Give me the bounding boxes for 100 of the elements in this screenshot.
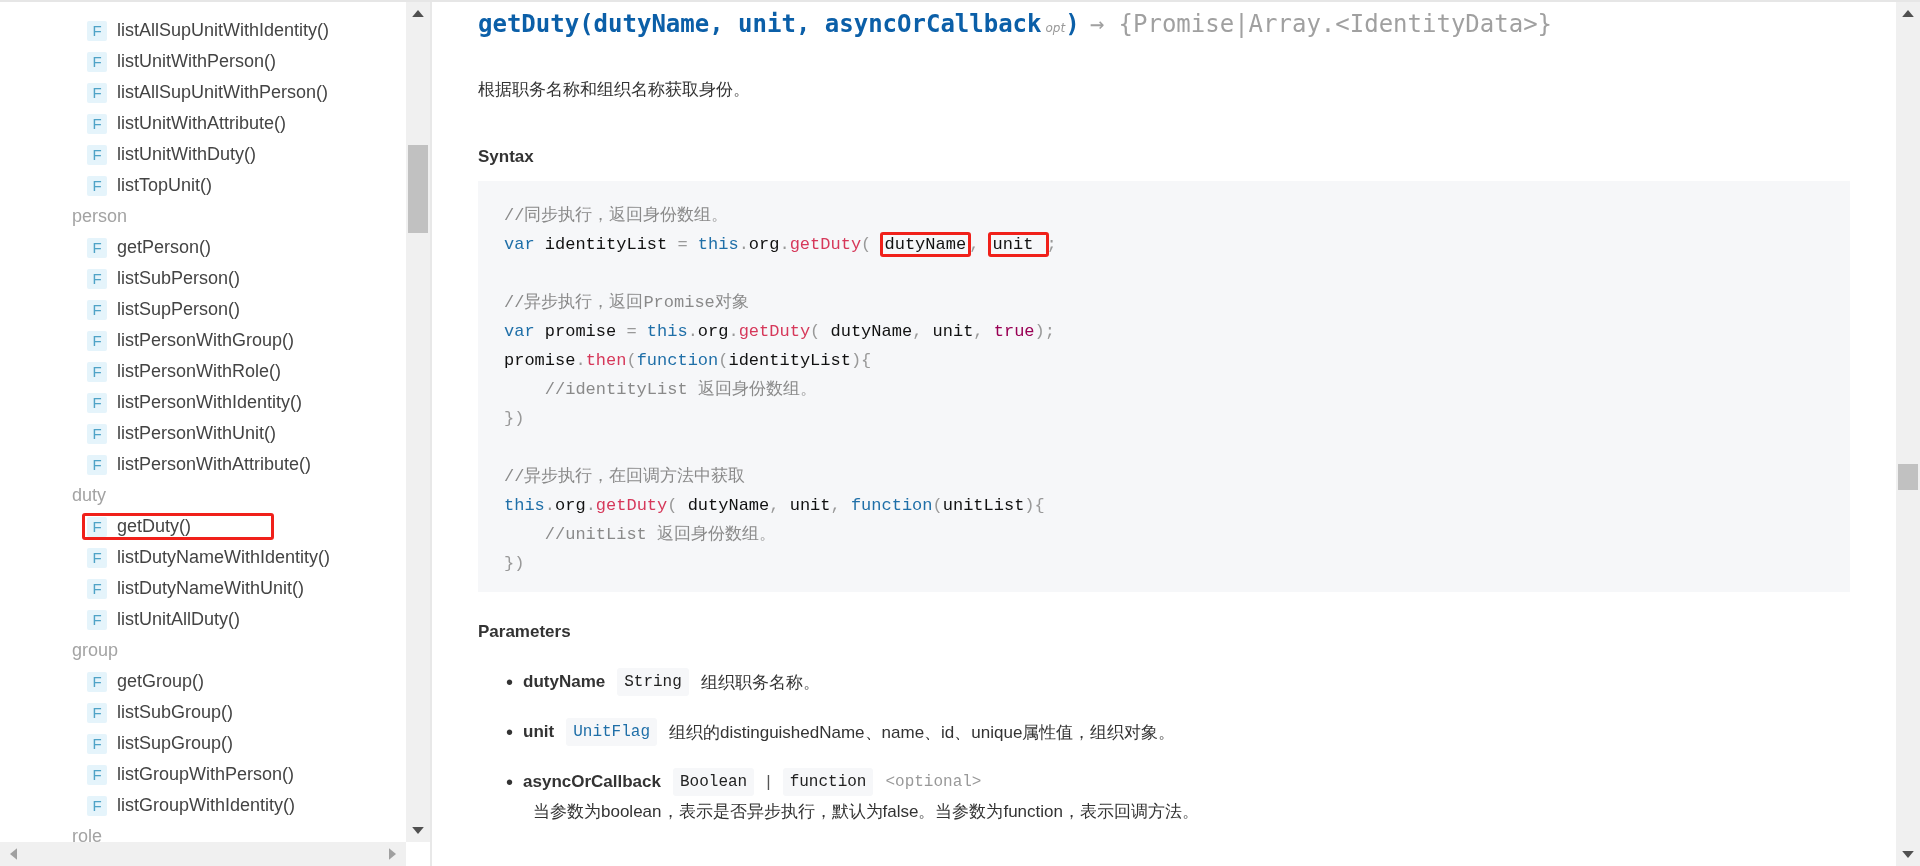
optional-tag: <optional> <box>885 773 982 791</box>
type-link[interactable]: UnitFlag <box>566 718 657 746</box>
type-tag: Boolean <box>673 768 755 796</box>
nav-item-label: listGroupWithPerson() <box>117 764 295 785</box>
nav-item-label: listPersonWithRole() <box>117 361 282 382</box>
parameter-description: 组织职务名称。 <box>700 671 820 694</box>
vertical-scrollbar[interactable] <box>406 2 430 842</box>
nav-item-label: getGroup() <box>117 671 205 692</box>
nav-item[interactable]: F getDuty() <box>82 513 275 540</box>
code-line: promise.then(function(identityList){ <box>504 350 873 372</box>
nav-item[interactable]: F listUnitWithPerson() <box>82 48 284 75</box>
function-badge: F <box>87 516 107 537</box>
nav-item-label: listAllSupUnitWithIdentity() <box>117 20 330 41</box>
nav-item-label: listUnitAllDuty() <box>117 609 240 630</box>
scroll-down-icon[interactable] <box>1902 851 1914 858</box>
function-badge: F <box>87 144 107 165</box>
nav-item-label: listGroupWithIdentity() <box>117 795 296 816</box>
list-bullet: • <box>506 670 513 694</box>
horizontal-scrollbar[interactable] <box>0 842 406 866</box>
nav-item[interactable]: F listDutyNameWithIdentity() <box>82 544 338 571</box>
nav-item-label: listSubPerson() <box>117 268 241 289</box>
scrollbar-thumb[interactable] <box>1898 464 1918 490</box>
nav-item[interactable]: F getGroup() <box>82 668 212 695</box>
code-line: //identityList 返回身份数组。 <box>543 379 818 401</box>
function-badge: F <box>87 392 107 413</box>
nav-item-label: listPersonWithUnit() <box>117 423 277 444</box>
code-line: }) <box>504 553 526 575</box>
nav-item[interactable]: F listUnitWithDuty() <box>82 141 263 168</box>
nav-item[interactable]: F getPerson() <box>82 234 219 261</box>
type-tag: function <box>782 768 874 796</box>
code-line: this.org.getDuty( dutyName, unit, function(unitList){ <box>504 495 1046 517</box>
nav-item[interactable]: F listTopUnit() <box>82 172 220 199</box>
code-line: //unitList 返回身份数组。 <box>543 524 778 546</box>
function-badge: F <box>87 299 107 320</box>
nav-item[interactable]: F listPersonWithRole() <box>82 358 289 385</box>
nav-item-label: listTopUnit() <box>117 175 213 196</box>
function-badge: F <box>87 423 107 444</box>
nav-item[interactable]: F listPersonWithGroup() <box>82 327 302 354</box>
nav-item-label: listSubGroup() <box>117 702 234 723</box>
nav-item[interactable]: F listDutyNameWithUnit() <box>82 575 312 602</box>
nav-item[interactable]: F listPersonWithUnit() <box>82 420 284 447</box>
section-heading: Parameters <box>478 622 572 642</box>
list-bullet: • <box>506 770 513 794</box>
nav-group-label: group <box>72 639 120 662</box>
function-badge: F <box>87 795 107 816</box>
nav-group-label: person <box>72 205 129 228</box>
parameter-description: 组织的distinguishedName、name、id、unique属性值，组织对象。 <box>669 721 1176 744</box>
function-badge: F <box>87 671 107 692</box>
section-heading: Syntax <box>478 147 535 167</box>
nav-item-label: listUnitWithDuty() <box>117 144 256 165</box>
nav-item-label: listPersonWithGroup() <box>117 330 295 351</box>
function-badge: F <box>87 237 107 258</box>
method-description: 根据职务名称和组织名称获取身份。 <box>478 79 751 101</box>
scrollbar-thumb[interactable] <box>408 145 428 233</box>
code-line: var promise = this.org.getDuty( dutyName, unit, true); <box>504 321 1056 343</box>
code-line: var identityList = this.org.getDuty( dutyName , unit ; <box>504 230 1824 259</box>
function-badge: F <box>87 113 107 134</box>
vertical-scrollbar[interactable] <box>1896 2 1920 866</box>
function-badge: F <box>87 702 107 723</box>
parameter-name: asyncOrCallback <box>523 772 661 792</box>
type-separator: | <box>766 772 771 792</box>
nav-item[interactable]: F listSubPerson() <box>82 265 248 292</box>
nav-item[interactable]: F listUnitWithAttribute() <box>82 110 294 137</box>
nav-item-label: listUnitWithPerson() <box>117 51 277 72</box>
nav-item-label: listAllSupUnitWithPerson() <box>117 82 329 103</box>
nav-item[interactable]: F listSubGroup() <box>82 699 241 726</box>
nav-group-label: duty <box>72 484 108 507</box>
function-badge: F <box>87 82 107 103</box>
nav-item[interactable]: F listUnitAllDuty() <box>82 606 247 633</box>
nav-item[interactable]: F listAllSupUnitWithIdentity() <box>82 17 337 44</box>
scroll-up-icon[interactable] <box>1902 10 1914 17</box>
nav-group-label: role <box>72 825 103 842</box>
function-badge: F <box>87 547 107 568</box>
scroll-left-icon[interactable] <box>10 848 17 860</box>
nav-item[interactable]: F listPersonWithIdentity() <box>82 389 310 416</box>
function-badge: F <box>87 764 107 785</box>
scroll-up-icon[interactable] <box>412 10 424 17</box>
function-badge: F <box>87 733 107 754</box>
function-badge: F <box>87 578 107 599</box>
nav-item-label: listDutyNameWithIdentity() <box>117 547 331 568</box>
nav-item[interactable]: F listSupGroup() <box>82 730 241 757</box>
nav-item[interactable]: F listPersonWithAttribute() <box>82 451 319 478</box>
nav-item[interactable]: F listGroupWithIdentity() <box>82 792 303 819</box>
function-badge: F <box>87 330 107 351</box>
nav-item[interactable]: F listAllSupUnitWithPerson() <box>82 79 336 106</box>
nav-item-label: listDutyNameWithUnit() <box>117 578 305 599</box>
highlight-box: dutyName <box>879 232 972 257</box>
nav-item[interactable]: F listGroupWithPerson() <box>82 761 302 788</box>
nav-item[interactable]: F listSupPerson() <box>82 296 248 323</box>
nav-item-label: listPersonWithIdentity() <box>117 392 303 413</box>
parameter-description: 当参数为boolean，表示是否异步执行，默认为false。当参数为function，表示回调方法。 <box>533 801 1200 823</box>
function-badge: F <box>87 361 107 382</box>
scroll-down-icon[interactable] <box>412 827 424 834</box>
nav-item-label: getDuty() <box>117 516 192 537</box>
code-line: }) <box>504 408 526 430</box>
nav-item-label: listSupPerson() <box>117 299 241 320</box>
return-type: → {Promise|Array.<IdentityData>} <box>1089 10 1553 38</box>
nav-item-label: getPerson() <box>117 237 212 258</box>
scroll-right-icon[interactable] <box>389 848 396 860</box>
function-badge: F <box>87 268 107 289</box>
